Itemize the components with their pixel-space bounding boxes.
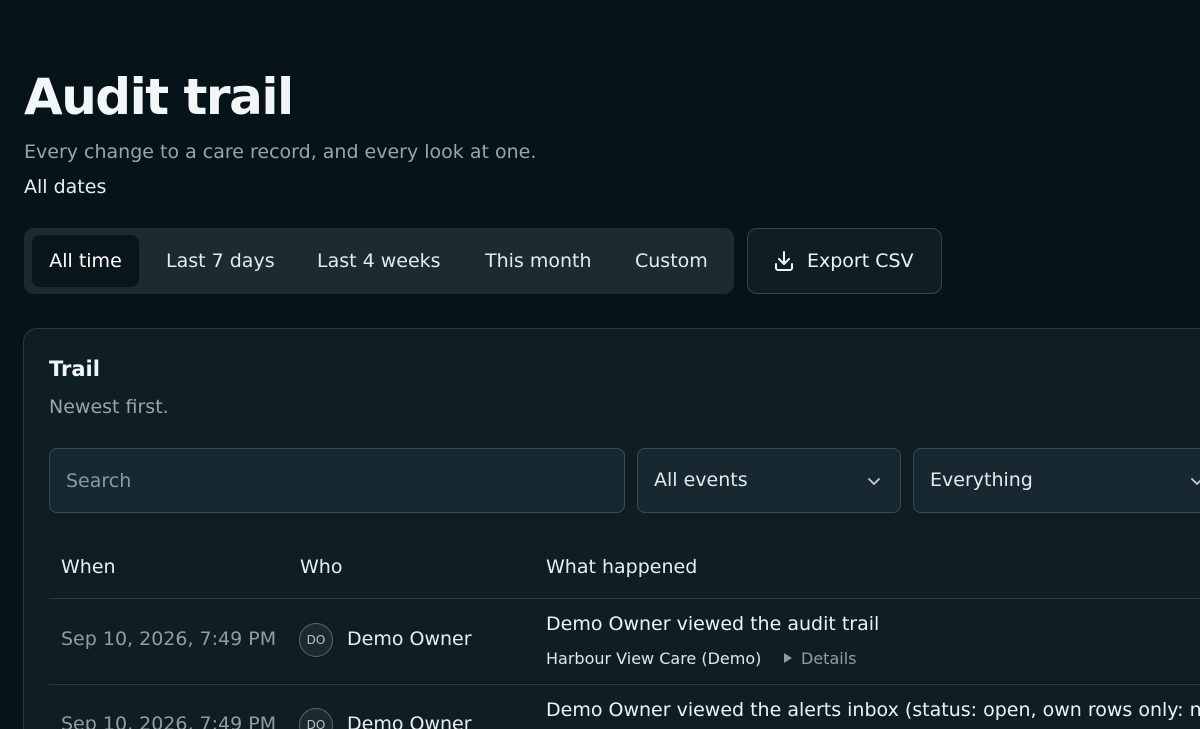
search-field [49,448,625,513]
event-filter-select[interactable]: All events [637,448,901,513]
date-range-tabs: All time Last 7 days Last 4 weeks This m… [24,228,734,294]
scope-filter-value: Everything [930,469,1033,491]
chevron-down-icon [868,478,880,485]
export-csv-label: Export CSV [807,250,914,272]
date-range-label: All dates [24,176,107,198]
table-divider [49,598,1200,599]
audit-trail-page: Audit trail Every change to a care recor… [0,0,1200,729]
page-title: Audit trail [24,68,294,126]
column-what-happened: What happened [546,556,698,578]
download-icon [775,251,793,271]
tab-custom[interactable]: Custom [635,235,708,287]
event-filter-value: All events [654,469,748,491]
row-what: Demo Owner viewed the alerts inbox (stat… [546,699,1200,721]
row-who: Demo Owner [347,713,472,729]
avatar: DO [299,623,333,657]
row-when: Sep 10, 2026, 7:49 PM [61,628,277,650]
details-label: Details [801,649,857,668]
tab-this-month[interactable]: This month [485,235,592,287]
chevron-down-icon [1191,478,1200,485]
details-toggle[interactable]: Details [784,649,856,668]
row-when: Sep 10, 2026, 7:49 PM [61,713,277,729]
scope-filter-select[interactable]: Everything [913,448,1200,513]
row-organization: Harbour View Care (Demo) [546,649,762,668]
page-subtitle: Every change to a care record, and every… [24,141,537,163]
search-input[interactable] [50,449,624,512]
tab-all-time[interactable]: All time [32,235,139,287]
row-what: Demo Owner viewed the audit trail [546,613,880,635]
trail-title: Trail [49,357,100,381]
caret-right-icon [784,653,792,663]
row-who: Demo Owner [347,628,472,650]
export-csv-button[interactable]: Export CSV [747,228,942,294]
tab-last-7-days[interactable]: Last 7 days [166,235,275,287]
column-who: Who [300,556,343,578]
table-divider [49,684,1200,685]
avatar: DO [299,708,333,729]
tab-last-4-weeks[interactable]: Last 4 weeks [317,235,441,287]
trail-subtitle: Newest first. [49,396,169,418]
column-when: When [61,556,116,578]
trail-card: Trail Newest first. All events Everythin… [23,328,1200,729]
